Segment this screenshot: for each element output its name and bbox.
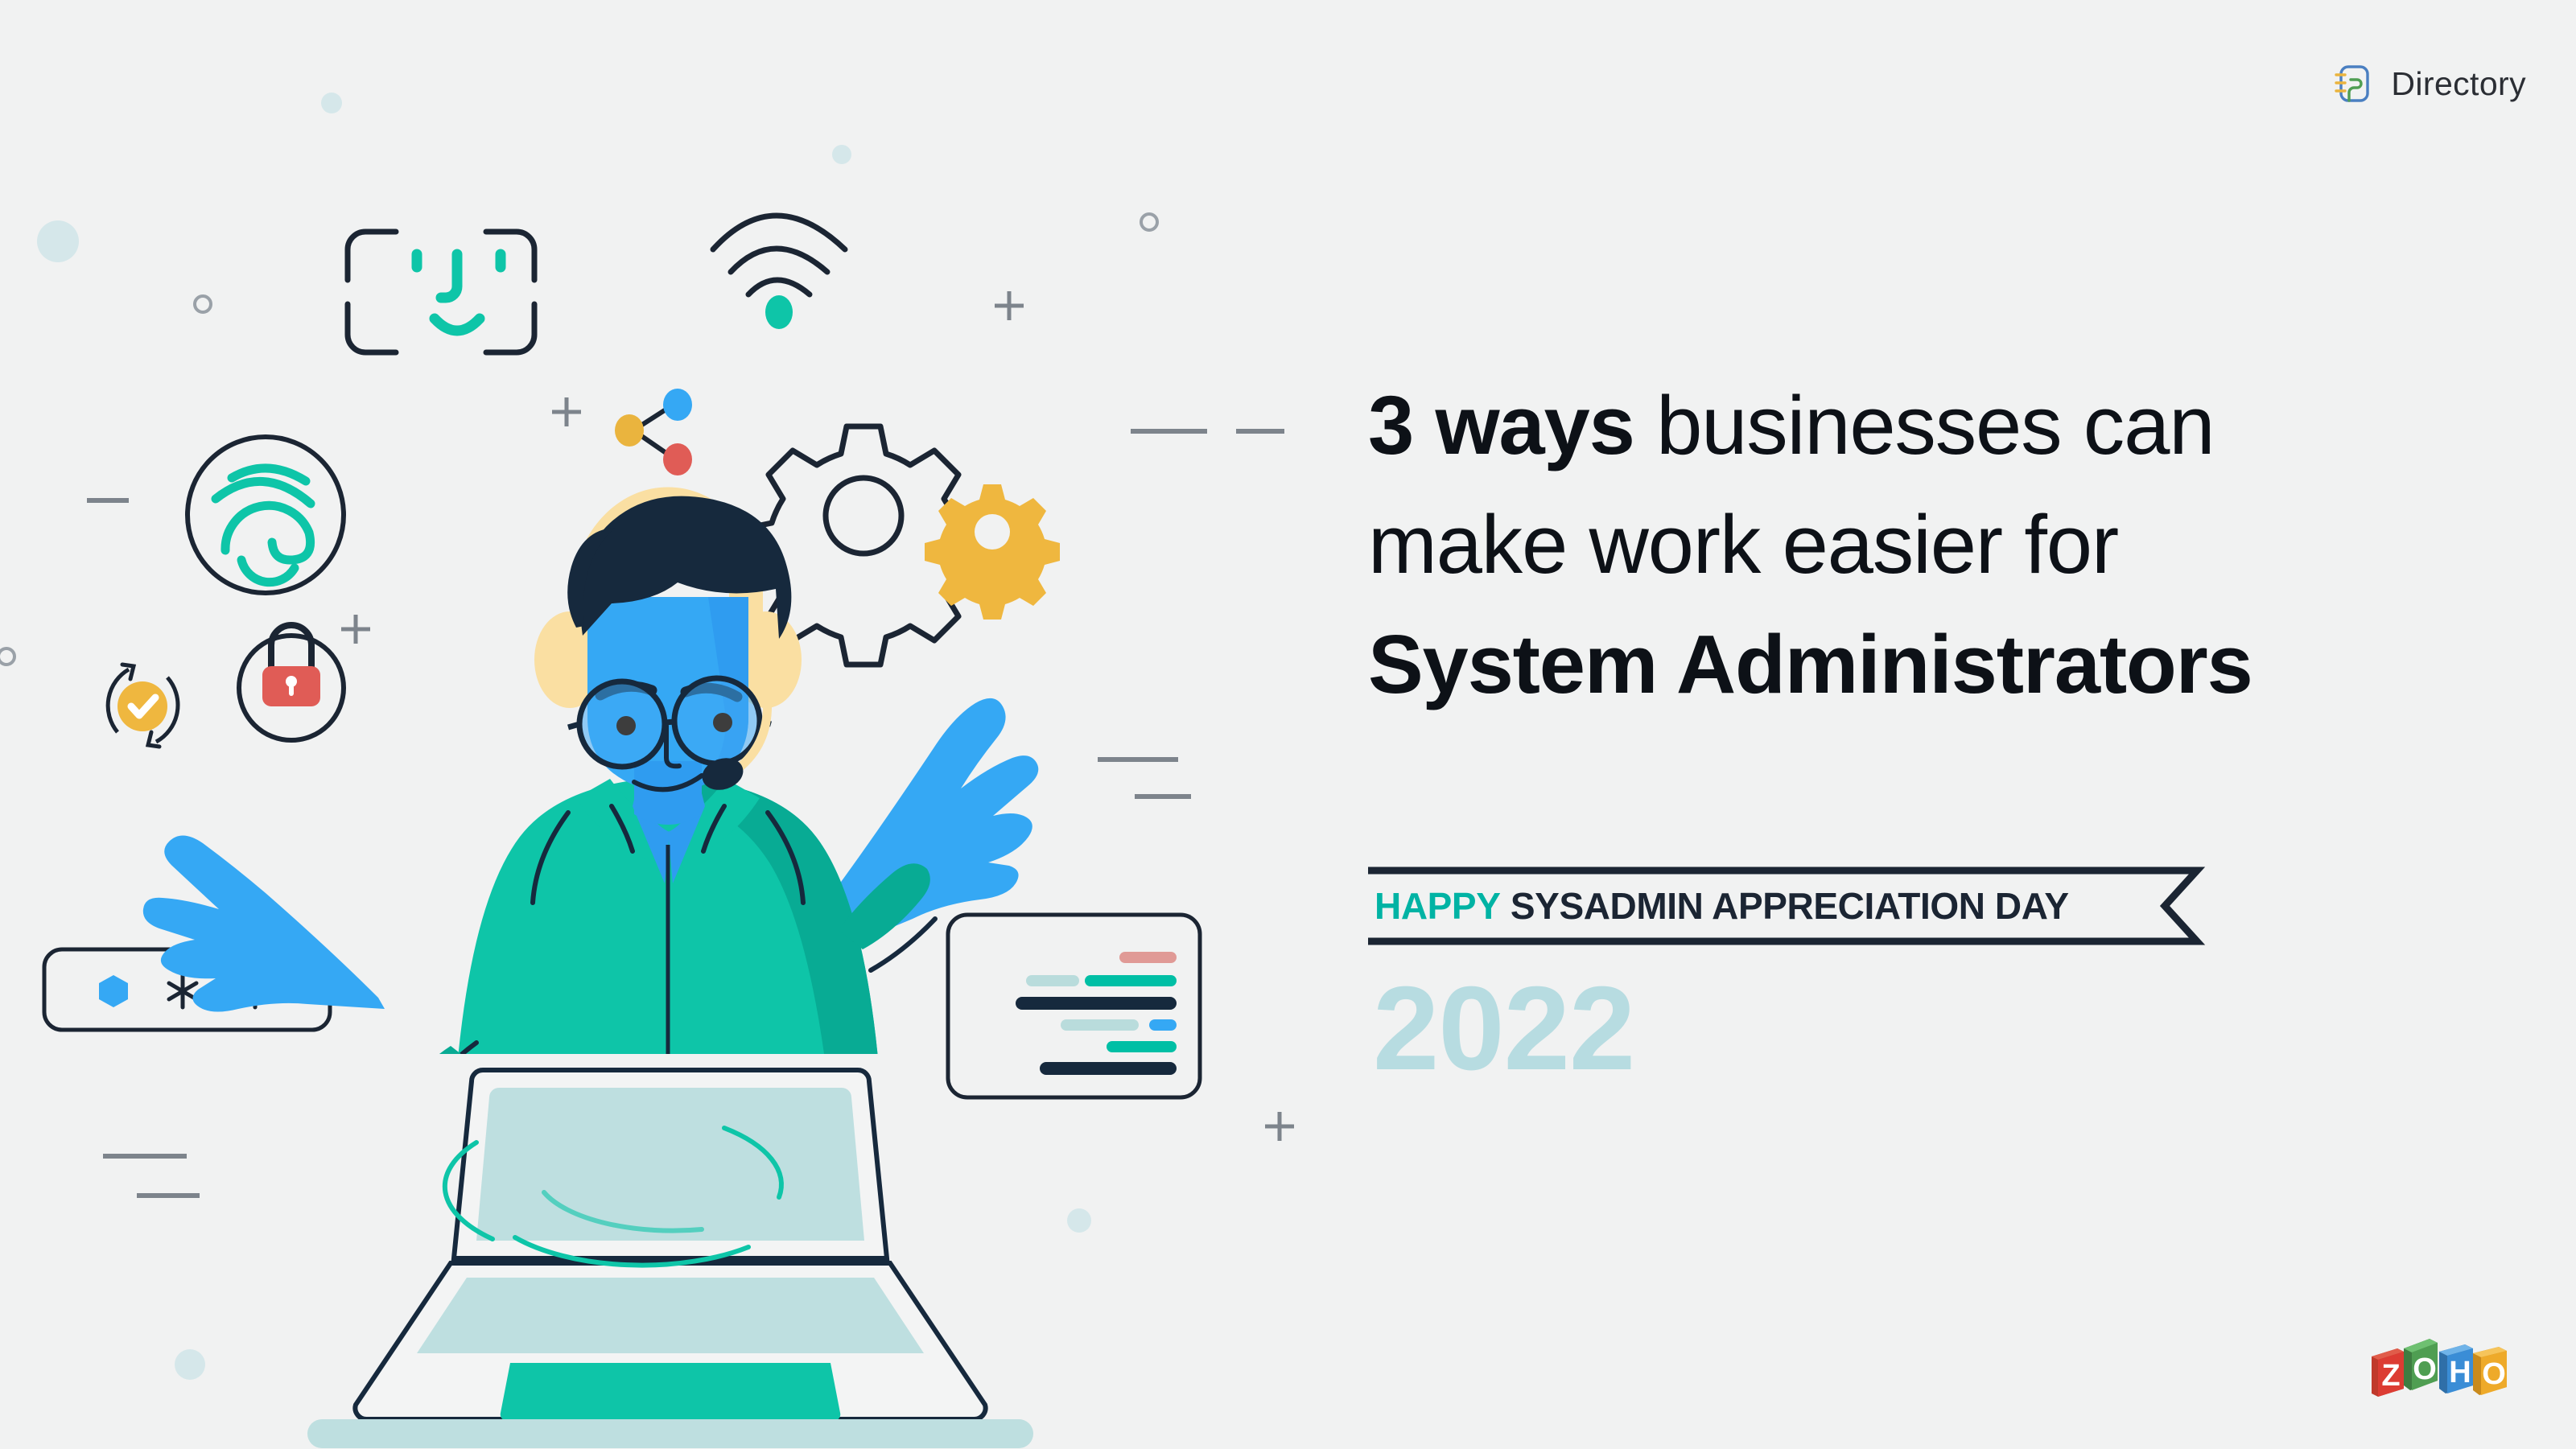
page-title: 3 ways businesses can make work easier f… [1368,366,2511,724]
padlock-icon [237,622,346,743]
code-snippet-card [946,912,1202,1100]
headline-line3: System Administrators [1368,617,2253,710]
svg-text:O: O [2482,1357,2506,1391]
zoho-letter-o2: O [2473,1347,2507,1395]
year-label: 2022 [1373,962,1635,1095]
zoho-letter-o1: O [2404,1339,2438,1390]
headline-line2: make work easier for [1368,498,2119,591]
ribbon-label: HAPPY SYSADMIN APPRECIATION DAY [1375,884,2069,928]
laptop-trackpad [500,1363,841,1422]
sysadmin-day-ribbon: HAPPY SYSADMIN APPRECIATION DAY [1368,867,2210,945]
zoho-letter-h: H [2439,1344,2473,1393]
ribbon-main-text: SYSADMIN APPRECIATION DAY [1510,885,2069,927]
gear-solid-icon [925,484,1060,620]
headline-line1-rest: businesses can [1634,379,2215,471]
sync-check-icon [105,662,180,749]
directory-notebook-icon [2335,65,2370,102]
svg-text:Z: Z [2381,1359,2400,1393]
ribbon-highlight: HAPPY [1375,885,1501,927]
fingerprint-icon [185,434,346,595]
wifi-dot-icon [765,295,793,329]
poster-canvas: Directory 3 ways businesses can make wor… [0,0,2576,1449]
zoho-logo[interactable]: Z O H O [2368,1334,2512,1405]
brand-lockup[interactable]: Directory [2331,63,2526,105]
hexagon-icon [99,975,128,1007]
svg-text:O: O [2413,1352,2437,1386]
share-nodes-icon [615,389,692,475]
headline-bold-lead: 3 ways [1368,379,1635,471]
brand-name: Directory [2391,64,2526,102]
laptop [307,1068,1033,1448]
illustration-panel [0,0,1368,1449]
wifi-icon [710,212,848,298]
face-id-icon [344,228,538,356]
zoho-letter-z: Z [2372,1348,2404,1397]
svg-text:H: H [2449,1356,2471,1389]
